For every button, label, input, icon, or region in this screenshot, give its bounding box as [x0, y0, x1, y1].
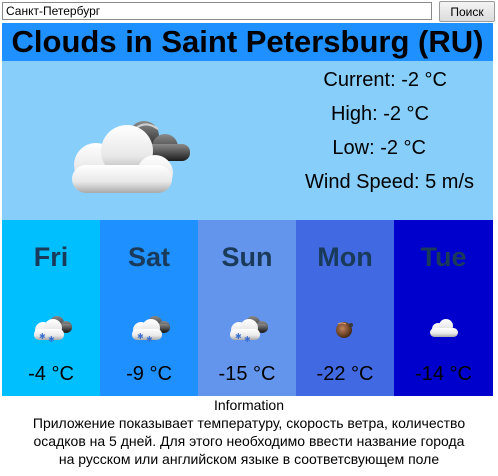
forecast-day-tue: Tue -14 °C [394, 220, 493, 396]
day-name: Sun [221, 242, 273, 272]
day-name: Fri [33, 242, 69, 272]
snow-clouds-icon: ✱ ✱ [34, 316, 72, 344]
day-temperature: -14 °C [415, 363, 472, 385]
day-name: Tue [420, 242, 467, 272]
search-bar: Поиск [0, 0, 498, 22]
info-line: осадков на 5 дней. Для этого необходимо … [33, 433, 465, 449]
forecast-day-sun: Sun ✱ ✱ -15 °C [198, 220, 296, 396]
snow-clouds-icon: ✱ ✱ [132, 316, 170, 344]
snow-clouds-icon: ✱ ✱ [230, 316, 268, 344]
svg-text:✱: ✱ [137, 332, 144, 341]
low-temperature: Low: -2 °C [332, 137, 426, 159]
day-temperature: -22 °C [316, 363, 374, 385]
info-description: Приложение показывает температуру, скоро… [2, 414, 496, 468]
svg-text:✱: ✱ [48, 335, 55, 344]
day-temperature: -9 °C [126, 363, 172, 385]
cloud-icon [430, 319, 458, 337]
high-temperature: High: -2 °C [330, 103, 429, 125]
city-search-input[interactable] [2, 2, 432, 20]
search-button[interactable]: Поиск [439, 1, 495, 22]
page-title: Clouds in Saint Petersburg (RU) [11, 24, 484, 59]
info-line: Приложение показывает температуру, скоро… [32, 415, 466, 431]
moon-haze-icon [336, 322, 353, 338]
header-bar: Clouds in Saint Petersburg (RU) [2, 23, 493, 61]
current-weather-panel: Current: -2 °C High: -2 °C Low: -2 °C Wi… [2, 61, 493, 220]
day-temperature: -4 °C [28, 363, 74, 385]
day-name: Mon [317, 242, 373, 272]
day-name: Sat [127, 242, 171, 272]
info-line: на русском или английском языке в соотве… [58, 451, 440, 467]
forecast-day-sat: Sat ✱ ✱ -9 °C [100, 220, 198, 396]
wind-speed: Wind Speed: 5 m/s [305, 171, 474, 193]
day-temperature: -15 °C [218, 363, 276, 385]
forecast-day-mon: Mon -22 °C [296, 220, 394, 396]
current-temperature: Current: -2 °C [323, 69, 447, 91]
svg-text:✱: ✱ [244, 335, 251, 344]
forecast-day-fri: Fri ✱ ✱ -4 °C [2, 220, 100, 396]
svg-text:✱: ✱ [235, 332, 242, 341]
svg-text:✱: ✱ [146, 335, 153, 344]
info-heading: Information [213, 397, 285, 413]
clouds-icon [72, 121, 190, 193]
svg-text:✱: ✱ [39, 332, 46, 341]
forecast-strip: Fri ✱✱ -4 °C Sat ✱✱ -9 °C Sun ✱✱ -15 [2, 220, 493, 396]
